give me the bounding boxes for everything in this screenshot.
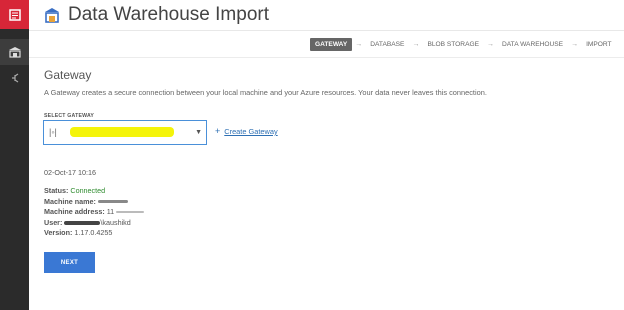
wizard-steps: GATEWAY → DATABASE → BLOB STORAGE → DATA…: [310, 37, 617, 51]
step-database[interactable]: DATABASE: [365, 38, 409, 51]
step-arrow-icon: →: [355, 40, 363, 48]
step-gateway[interactable]: GATEWAY: [310, 37, 353, 51]
version-value: 1.17.0.4255: [74, 228, 113, 238]
next-button[interactable]: NEXT: [44, 252, 95, 273]
redaction-mark: [116, 211, 145, 214]
gateway-icon: |◦|: [49, 127, 57, 137]
machine-address-value: 11: [106, 207, 115, 217]
create-gateway-label: Create Gateway: [224, 127, 278, 136]
chevron-down-icon[interactable]: ▼: [195, 129, 202, 136]
section-heading: Gateway: [44, 68, 92, 82]
step-arrow-icon: →: [571, 40, 579, 48]
machine-name-row: Machine name:: [44, 197, 144, 208]
plug-nav-icon[interactable]: [0, 65, 29, 91]
select-gateway-label: SELECT GATEWAY: [44, 113, 95, 119]
plus-icon: +: [215, 126, 221, 136]
step-arrow-icon: →: [487, 40, 494, 48]
page-title: Data Warehouse Import: [68, 4, 269, 25]
create-gateway-link[interactable]: + Create Gateway: [215, 126, 278, 136]
status-row: Status: Connected: [44, 186, 106, 195]
step-data-warehouse[interactable]: DATA WAREHOUSE: [497, 38, 568, 51]
step-import[interactable]: IMPORT: [581, 38, 617, 51]
user-value: \kaushikd: [100, 217, 131, 227]
warehouse-nav-icon[interactable]: [0, 39, 29, 65]
gateway-details: Status: Connected Machine name: Machine …: [44, 186, 145, 239]
step-arrow-icon: →: [412, 40, 420, 48]
user-row: User: \kaushikd: [44, 217, 131, 227]
warehouse-icon: [43, 6, 61, 24]
status-value: Connected: [70, 186, 106, 195]
divider: [29, 57, 624, 58]
gateway-date: 02-Oct-17 10:16: [44, 168, 96, 177]
gateway-select[interactable]: |◦| ▼: [43, 120, 207, 145]
step-blob-storage[interactable]: BLOB STORAGE: [422, 38, 484, 51]
section-description: A Gateway creates a secure connection be…: [44, 88, 487, 97]
version-row: Version: 1.17.0.4255: [44, 228, 113, 238]
app-logo-icon[interactable]: [0, 0, 29, 29]
redaction-mark: [64, 220, 101, 225]
redaction-mark: [97, 200, 128, 204]
gateway-select-value: [70, 127, 174, 137]
machine-address-row: Machine address: 11: [44, 207, 145, 218]
header: Data Warehouse Import: [29, 0, 624, 31]
left-rail: [0, 0, 29, 310]
